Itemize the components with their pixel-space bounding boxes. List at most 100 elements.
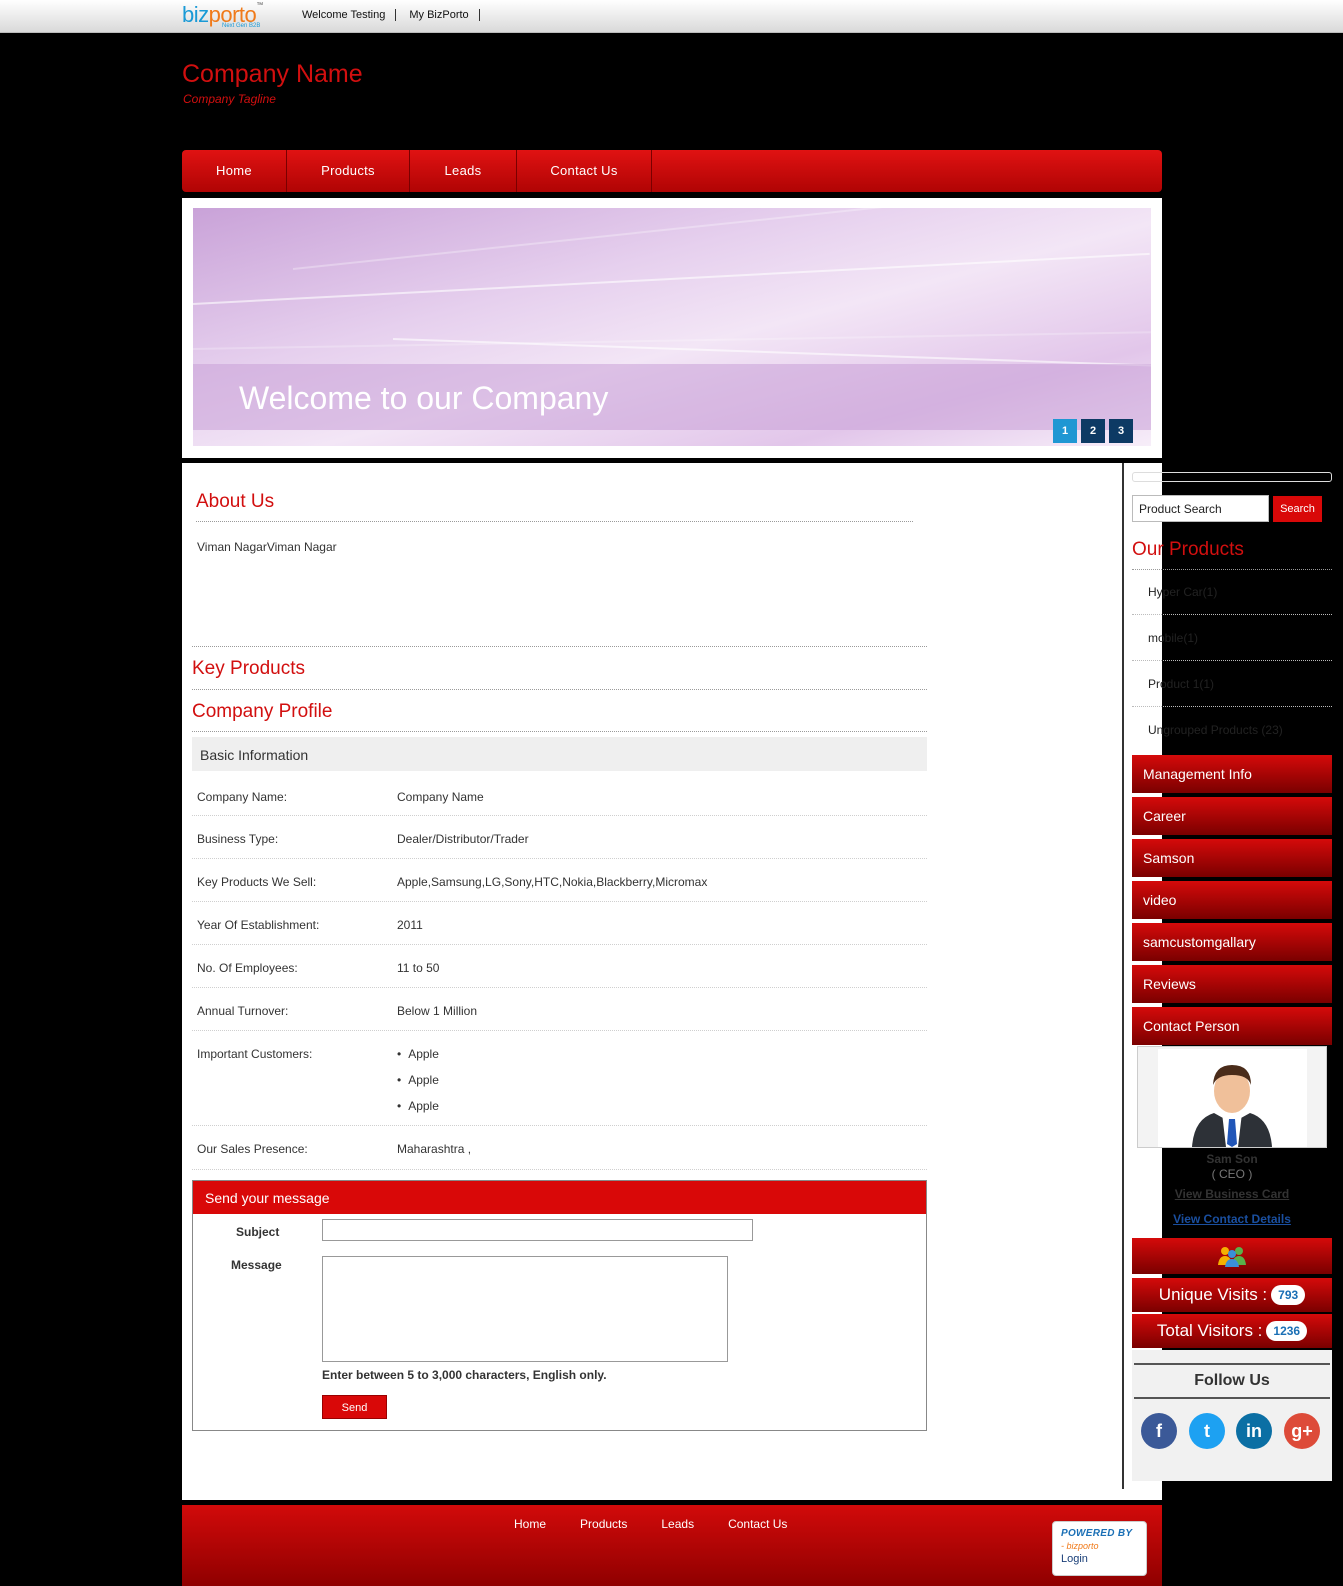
total-visitors-count: 1236: [1266, 1320, 1308, 1341]
subject-label: Subject: [236, 1225, 280, 1239]
divider: [196, 521, 913, 522]
unique-visits-count: 793: [1271, 1284, 1306, 1305]
profile-row: Key Products We Sell: Apple,Samsung,LG,S…: [192, 859, 927, 902]
divider: [192, 646, 927, 647]
menu-samcustomgallary[interactable]: samcustomgallary: [1132, 923, 1332, 961]
nav-contact-us[interactable]: Contact Us: [517, 150, 652, 192]
column-divider: [1122, 463, 1124, 1489]
send-message-form: Send your message Subject Message Enter …: [192, 1180, 927, 1431]
powered-by-brand[interactable]: - bizporto: [1061, 1541, 1146, 1551]
product-category-label: Ungrouped Products (23): [1148, 723, 1283, 737]
logo-tm: ™: [256, 2, 264, 9]
top-bar: bizporto™ Next Gen B2B Welcome Testing M…: [0, 0, 1343, 33]
powered-by-badge: POWERED BY - bizporto Login: [1052, 1521, 1147, 1576]
customer-list-item: Apple: [397, 1073, 439, 1087]
view-business-card-link[interactable]: View Business Card: [1132, 1187, 1332, 1201]
customer-list-item: Apple: [397, 1047, 439, 1061]
nav-products[interactable]: Products: [287, 150, 410, 192]
menu-video[interactable]: video: [1132, 881, 1332, 919]
nav-home[interactable]: Home: [182, 150, 287, 192]
profile-row: Annual Turnover: Below 1 Million: [192, 988, 927, 1031]
unique-visits-bar: Unique Visits :793: [1132, 1278, 1332, 1312]
login-link[interactable]: Login: [1061, 1553, 1146, 1565]
basic-information-header: Basic Information: [192, 737, 927, 771]
main-content: About Us Viman NagarViman Nagar Key Prod…: [182, 463, 1332, 1500]
message-label: Message: [231, 1258, 282, 1272]
footer-products-link[interactable]: Products: [580, 1517, 627, 1531]
visitors-header: [1132, 1238, 1332, 1274]
send-button[interactable]: Send: [322, 1395, 387, 1419]
profile-label: Year Of Establishment:: [197, 918, 320, 932]
profile-value: Maharashtra ,: [397, 1142, 472, 1156]
powered-by-label: POWERED BY: [1061, 1528, 1133, 1539]
profile-row: No. Of Employees: 11 to 50: [192, 945, 927, 988]
customer-list-item: Apple: [397, 1099, 439, 1113]
profile-label: Important Customers:: [197, 1047, 313, 1061]
total-visitors-label: Total Visitors :: [1156, 1321, 1263, 1340]
profile-value: 11 to 50: [397, 961, 440, 975]
bizporto-logo[interactable]: bizporto™ Next Gen B2B: [182, 2, 263, 30]
profile-value: Company Name: [397, 790, 484, 804]
profile-label: Our Sales Presence:: [197, 1142, 308, 1156]
banner-container: Welcome to our Company 1 2 3: [182, 198, 1162, 458]
footer: Home Products Leads Contact Us POWERED B…: [182, 1505, 1162, 1586]
logo-subtitle: Next Gen B2B: [222, 23, 261, 29]
banner-page-2[interactable]: 2: [1081, 419, 1105, 443]
send-message-header: Send your message: [193, 1181, 926, 1214]
our-products-title: Our Products: [1132, 539, 1244, 560]
product-category-item[interactable]: Hyper Car(1): [1132, 569, 1332, 615]
message-textarea[interactable]: [322, 1256, 728, 1362]
visitors-group-icon: [1218, 1247, 1246, 1267]
menu-management-info[interactable]: Management Info: [1132, 755, 1332, 793]
footer-home-link[interactable]: Home: [514, 1517, 546, 1531]
product-category-item[interactable]: Ungrouped Products (23): [1132, 707, 1332, 753]
message-hint: Enter between 5 to 3,000 characters, Eng…: [322, 1368, 607, 1382]
divider: [192, 689, 927, 690]
about-us-text: Viman NagarViman Nagar: [197, 540, 337, 554]
contact-person-card: [1137, 1046, 1327, 1148]
nav-leads[interactable]: Leads: [410, 150, 517, 192]
key-products-title: Key Products: [192, 658, 305, 679]
menu-samson[interactable]: Samson: [1132, 839, 1332, 877]
linkedin-icon[interactable]: in: [1236, 1413, 1272, 1449]
banner-page-3[interactable]: 3: [1109, 419, 1133, 443]
profile-label: Annual Turnover:: [197, 1004, 289, 1018]
product-category-label: Hyper Car(1): [1148, 585, 1218, 599]
product-search-input[interactable]: Product Search: [1132, 495, 1269, 522]
unique-visits-label: Unique Visits :: [1158, 1285, 1268, 1304]
top-links: Welcome Testing My BizPorto: [302, 9, 493, 21]
logo-biz-text: biz: [182, 2, 209, 27]
menu-career[interactable]: Career: [1132, 797, 1332, 835]
profile-label: Business Type:: [197, 832, 279, 846]
banner-slide: Welcome to our Company 1 2 3: [193, 208, 1151, 446]
search-button[interactable]: Search: [1273, 496, 1322, 522]
profile-label: Company Name:: [197, 790, 288, 804]
google-plus-icon[interactable]: g+: [1284, 1413, 1320, 1449]
product-category-item[interactable]: Product 1(1): [1132, 661, 1332, 707]
profile-row: Important Customers: Apple Apple Apple: [192, 1031, 927, 1126]
profile-row: Year Of Establishment: 2011: [192, 902, 927, 945]
my-bizporto-link[interactable]: My BizPorto: [409, 9, 480, 21]
banner-page-1[interactable]: 1: [1053, 419, 1077, 443]
footer-contact-link[interactable]: Contact Us: [728, 1517, 787, 1531]
footer-links: Home Products Leads Contact Us: [514, 1517, 821, 1531]
facebook-icon[interactable]: f: [1141, 1413, 1177, 1449]
product-category-item[interactable]: mobile(1): [1132, 615, 1332, 661]
profile-row: Company Name: Company Name: [192, 771, 927, 816]
divider: [192, 731, 927, 732]
subject-input[interactable]: [322, 1219, 753, 1241]
profile-value: Dealer/Distributor/Trader: [397, 832, 529, 846]
menu-reviews[interactable]: Reviews: [1132, 965, 1332, 1003]
profile-value: Apple,Samsung,LG,Sony,HTC,Nokia,Blackber…: [397, 875, 708, 889]
footer-leads-link[interactable]: Leads: [661, 1517, 694, 1531]
follow-us-title: Follow Us: [1134, 1363, 1330, 1399]
profile-value: Below 1 Million: [397, 1004, 478, 1018]
view-contact-details-link[interactable]: View Contact Details: [1132, 1212, 1332, 1226]
twitter-icon[interactable]: t: [1189, 1413, 1225, 1449]
main-nav: Home Products Leads Contact Us: [182, 150, 1162, 192]
profile-row: Business Type: Dealer/Distributor/Trader: [192, 816, 927, 859]
about-us-title: About Us: [196, 491, 275, 512]
contact-person-role: ( CEO ): [1211, 1167, 1253, 1181]
menu-contact-person[interactable]: Contact Person: [1132, 1007, 1332, 1045]
welcome-link[interactable]: Welcome Testing: [302, 9, 397, 21]
